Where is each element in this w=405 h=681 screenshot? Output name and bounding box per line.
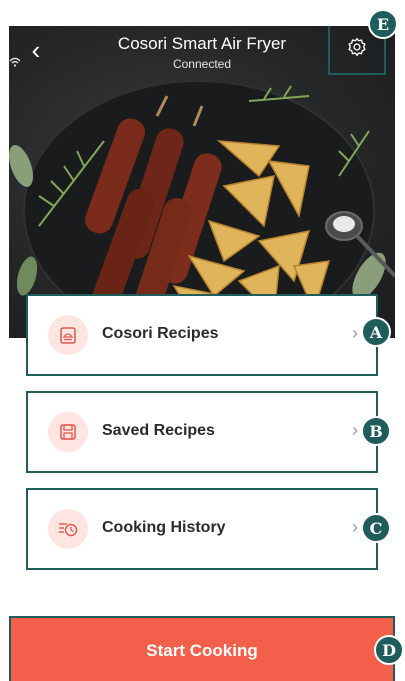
menu-item-cooking-history[interactable]: Cooking History › — [26, 488, 378, 570]
icon-circle — [48, 412, 88, 452]
callout-badge-c: C — [361, 513, 391, 543]
callout-badge-a: A — [361, 317, 391, 347]
chevron-right-icon: › — [352, 517, 358, 537]
app-screen: ‹ Cosori Smart Air Fryer Connected Cosor… — [9, 26, 395, 681]
save-icon — [60, 424, 76, 440]
gear-icon — [348, 38, 366, 56]
icon-circle — [48, 315, 88, 355]
callout-badge-b: B — [361, 416, 391, 446]
start-cooking-button[interactable]: Start Cooking — [9, 616, 395, 681]
icon-circle — [48, 509, 88, 549]
menu-item-label: Saved Recipes — [102, 422, 215, 439]
chevron-right-icon: › — [352, 420, 358, 440]
menu-item-saved-recipes[interactable]: Saved Recipes › — [26, 391, 378, 473]
callout-badge-e: E — [368, 9, 398, 39]
callout-badge-d: D — [374, 635, 404, 665]
history-clock-icon — [59, 523, 78, 537]
menu-item-label: Cosori Recipes — [102, 325, 219, 342]
wifi-icon — [9, 57, 21, 67]
chevron-right-icon: › — [352, 323, 358, 343]
menu-item-label: Cooking History — [102, 519, 226, 536]
connection-status-label: Connected — [172, 57, 232, 71]
recipe-book-icon — [60, 327, 76, 344]
menu-item-cosori-recipes[interactable]: Cosori Recipes › — [26, 294, 378, 376]
